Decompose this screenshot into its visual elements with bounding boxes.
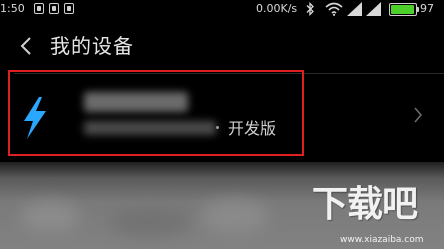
blur-blob — [200, 200, 270, 234]
device-build-tag: 开发版 — [228, 119, 277, 138]
device-model-redacted — [84, 121, 216, 135]
watermark-url: www.xiazaiba.com — [340, 235, 424, 245]
watermark-text: 下载吧 — [312, 184, 418, 225]
battery-icon — [389, 3, 419, 16]
battery-cap — [417, 7, 419, 12]
separator-dot — [216, 126, 219, 129]
lightning-bolt-icon — [24, 97, 46, 139]
network-speed: 0.00K/s — [256, 2, 298, 15]
notification-icons — [34, 3, 74, 14]
back-button[interactable] — [14, 34, 38, 58]
device-name-redacted — [84, 92, 188, 112]
bluetooth-icon — [306, 2, 314, 16]
wifi-icon — [325, 2, 343, 16]
blur-blob — [110, 208, 190, 236]
chevron-left-icon — [20, 37, 31, 55]
screen: 1:50 0.00K/s 97 我的设备 开发版 下载吧 www.xiazaib… — [0, 0, 444, 249]
battery-percent: 97 — [420, 2, 434, 15]
device-row[interactable]: 开发版 — [0, 74, 444, 162]
battery-fill — [391, 5, 415, 14]
notification-icon — [34, 3, 44, 14]
blur-blob — [20, 202, 80, 232]
notification-icon — [64, 3, 74, 14]
status-bar: 1:50 0.00K/s 97 — [0, 0, 444, 18]
status-time: 1:50 — [0, 2, 25, 15]
chevron-right-icon — [414, 107, 423, 123]
notification-icon — [49, 3, 59, 14]
page-title: 我的设备 — [50, 34, 134, 58]
header: 我的设备 — [0, 18, 444, 74]
signal-icon — [347, 2, 381, 16]
